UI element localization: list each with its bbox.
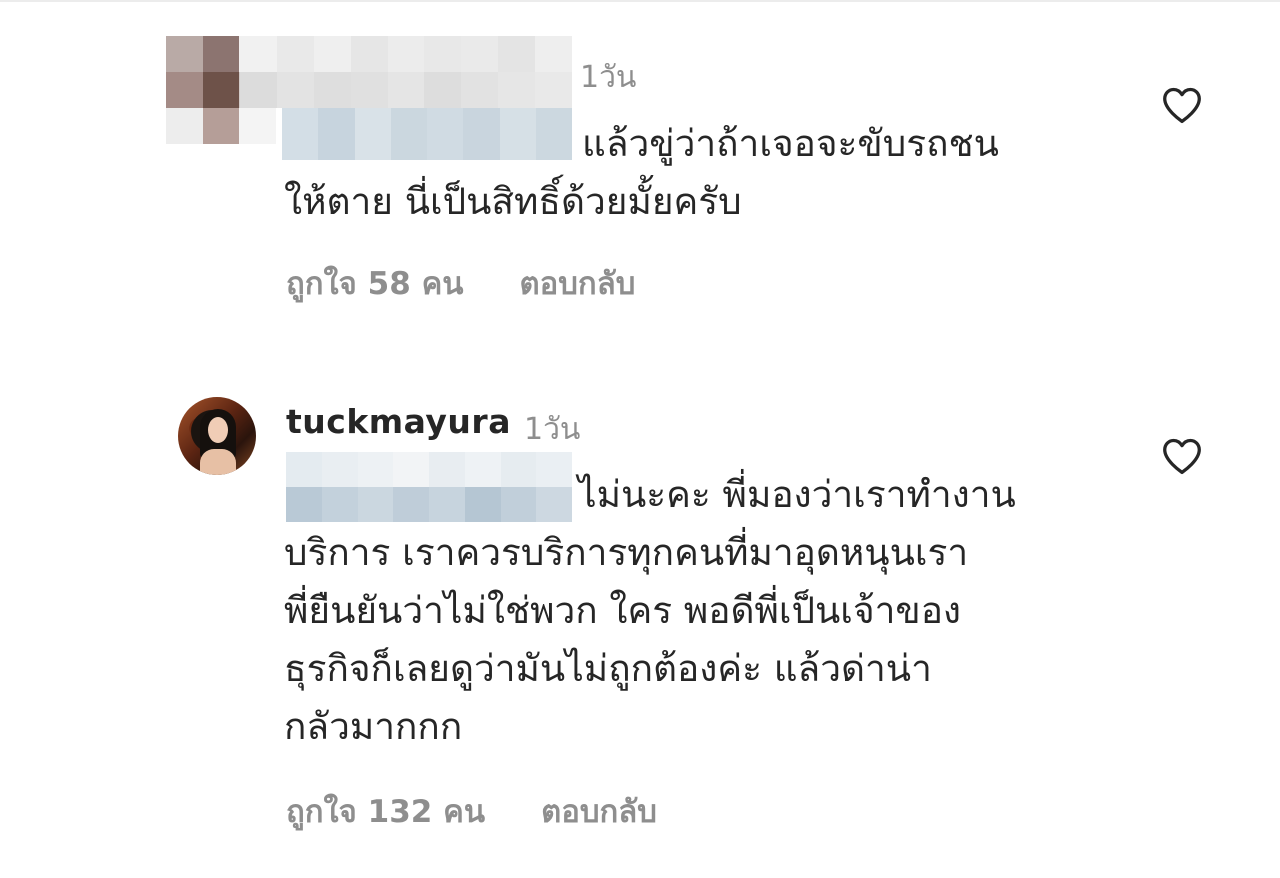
username[interactable]: tuckmayura xyxy=(286,402,511,441)
comment-meta: ถูกใจ 58 คน ตอบกลับ xyxy=(286,258,635,308)
likes-count[interactable]: ถูกใจ 58 คน xyxy=(286,258,464,308)
comment-time: 1วัน xyxy=(580,60,637,95)
heart-outline-icon[interactable] xyxy=(1161,437,1203,475)
comment-text: แล้วขู่ว่าถ้าเจอจะขับรถชน ให้ตาย นี่เป็น… xyxy=(284,122,999,223)
likes-count[interactable]: ถูกใจ 132 คน xyxy=(286,786,485,836)
comment-time: 1วัน xyxy=(524,412,581,447)
comment-text: ไม่นะคะ พี่มองว่าเราทำงาน บริการ เราควรบ… xyxy=(284,473,1016,748)
avatar[interactable] xyxy=(178,397,256,475)
reply-button[interactable]: ตอบกลับ xyxy=(541,786,657,836)
heart-outline-icon[interactable] xyxy=(1161,86,1203,124)
reply-button[interactable]: ตอบกลับ xyxy=(520,258,636,308)
top-divider xyxy=(0,0,1280,2)
comment-meta: ถูกใจ 132 คน ตอบกลับ xyxy=(286,786,657,836)
blurred-username xyxy=(240,36,572,108)
